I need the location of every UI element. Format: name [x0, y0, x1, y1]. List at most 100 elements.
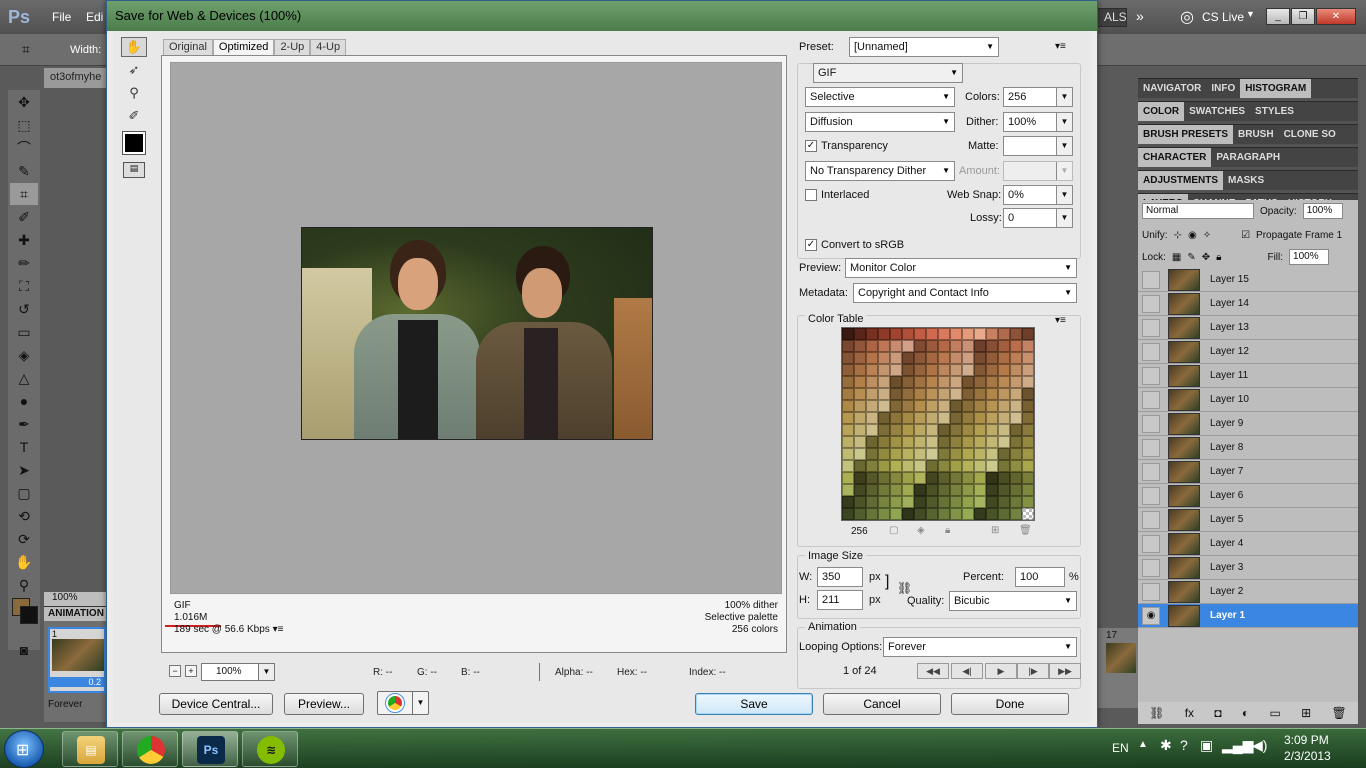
color-table-menu-icon[interactable]: ▾≡ — [1055, 315, 1066, 326]
new-color-icon[interactable]: ⊞ — [991, 525, 999, 536]
color-swatch[interactable] — [1022, 352, 1034, 364]
quick-mask-icon[interactable]: ◙ — [10, 639, 38, 661]
tab-4-up[interactable]: 4-Up — [310, 39, 347, 55]
color-swatch[interactable] — [950, 352, 962, 364]
color-swatch[interactable] — [926, 400, 938, 412]
toggle-slices-icon[interactable]: ▤ — [123, 162, 145, 178]
color-swatch[interactable] — [986, 496, 998, 508]
color-swatch[interactable] — [926, 484, 938, 496]
color-swatch[interactable] — [974, 388, 986, 400]
color-swatch[interactable] — [926, 508, 938, 520]
color-swatch[interactable] — [878, 460, 890, 472]
visibility-eye-icon[interactable] — [1142, 390, 1160, 409]
cs-live-label[interactable]: CS Live — [1202, 10, 1244, 24]
layer-row[interactable]: Layer 4 — [1138, 532, 1358, 556]
language-indicator[interactable]: EN — [1112, 741, 1129, 755]
color-swatch[interactable] — [938, 400, 950, 412]
color-swatch[interactable] — [974, 352, 986, 364]
layer-row[interactable]: Layer 3 — [1138, 556, 1358, 580]
play-button[interactable]: ▶ — [985, 663, 1017, 679]
visibility-eye-icon[interactable] — [1142, 486, 1160, 505]
color-swatch[interactable] — [1010, 508, 1022, 520]
color-swatch[interactable] — [842, 364, 854, 376]
color-swatch[interactable] — [998, 328, 1010, 340]
color-swatch[interactable] — [962, 328, 974, 340]
color-swatch[interactable] — [1010, 388, 1022, 400]
minimize-button[interactable]: _ — [1266, 8, 1290, 25]
color-swatch[interactable] — [998, 364, 1010, 376]
color-table-grid[interactable] — [841, 327, 1035, 521]
move-tool-icon[interactable]: ✥ — [10, 91, 38, 113]
color-swatch[interactable] — [950, 472, 962, 484]
tab-info[interactable]: INFO — [1206, 79, 1240, 98]
color-swatch[interactable] — [1022, 340, 1034, 352]
type-tool-icon[interactable]: T — [10, 436, 38, 458]
color-swatch[interactable] — [866, 436, 878, 448]
taskbar-photoshop[interactable]: Ps — [182, 731, 238, 767]
animation-frame-17[interactable]: 17 — [1098, 628, 1138, 708]
color-swatch[interactable] — [938, 496, 950, 508]
color-swatch[interactable] — [926, 472, 938, 484]
color-swatch[interactable] — [890, 484, 902, 496]
color-swatch[interactable] — [962, 388, 974, 400]
color-swatch[interactable] — [1022, 376, 1034, 388]
color-swatch[interactable] — [890, 340, 902, 352]
color-swatch[interactable] — [986, 400, 998, 412]
color-swatch[interactable] — [914, 412, 926, 424]
color-swatch[interactable] — [938, 412, 950, 424]
color-swatch[interactable] — [902, 400, 914, 412]
color-swatch[interactable] — [914, 496, 926, 508]
color-swatch[interactable] — [1022, 400, 1034, 412]
eyedropper-color-swatch[interactable] — [122, 131, 146, 155]
color-swatch[interactable] — [950, 340, 962, 352]
color-swatch[interactable] — [974, 412, 986, 424]
color-swatch[interactable] — [902, 508, 914, 520]
ps-zoom-level[interactable]: 100% — [44, 592, 108, 606]
color-swatch[interactable] — [950, 328, 962, 340]
color-swatch[interactable] — [926, 496, 938, 508]
document-tab[interactable]: ot3ofmyhe — [44, 68, 108, 88]
color-swatch[interactable] — [890, 496, 902, 508]
dither-dropdown-icon[interactable]: ▼ — [1056, 113, 1072, 131]
color-swatch[interactable] — [1022, 328, 1034, 340]
color-swatch[interactable] — [842, 424, 854, 436]
layer-row[interactable]: Layer 11 — [1138, 364, 1358, 388]
color-swatch[interactable] — [926, 460, 938, 472]
color-swatch[interactable] — [950, 484, 962, 496]
color-swatch[interactable] — [854, 388, 866, 400]
color-swatch[interactable] — [914, 400, 926, 412]
color-swatch[interactable] — [854, 364, 866, 376]
color-swatch[interactable] — [878, 508, 890, 520]
taskbar-explorer[interactable]: ▤ — [62, 731, 118, 767]
color-swatch[interactable] — [914, 508, 926, 520]
format-select[interactable]: GIF — [813, 63, 963, 83]
color-swatch[interactable] — [842, 472, 854, 484]
color-swatch[interactable] — [926, 424, 938, 436]
color-swatch[interactable] — [962, 424, 974, 436]
color-swatch[interactable] — [914, 364, 926, 376]
dither-field[interactable]: 100% ▼ — [1003, 112, 1073, 132]
color-swatch[interactable] — [842, 460, 854, 472]
dither-algorithm-select[interactable]: Diffusion — [805, 112, 955, 132]
color-swatch[interactable] — [890, 436, 902, 448]
color-swatch[interactable] — [1022, 412, 1034, 424]
delete-color-icon[interactable]: 🗑︎ — [1019, 525, 1032, 536]
color-swatch[interactable] — [998, 508, 1010, 520]
color-swatch[interactable] — [866, 340, 878, 352]
lossy-dropdown-icon[interactable]: ▼ — [1056, 209, 1072, 227]
pen-tool-icon[interactable]: ✒ — [10, 413, 38, 435]
color-swatch[interactable] — [842, 400, 854, 412]
color-swatch[interactable] — [1022, 484, 1034, 496]
close-button[interactable]: ✕ — [1316, 8, 1356, 25]
color-swatch[interactable] — [1010, 412, 1022, 424]
color-swatch[interactable] — [866, 400, 878, 412]
color-swatch[interactable] — [878, 496, 890, 508]
color-swatch[interactable] — [914, 328, 926, 340]
color-swatch[interactable] — [902, 472, 914, 484]
matte-dropdown-icon[interactable]: ▼ — [1056, 137, 1072, 155]
color-swatch[interactable] — [938, 376, 950, 388]
color-swatch[interactable] — [986, 412, 998, 424]
opacity-field[interactable]: 100% — [1302, 203, 1343, 219]
3d-rotate-icon[interactable]: ⟲ — [10, 505, 38, 527]
color-swatch[interactable] — [974, 340, 986, 352]
